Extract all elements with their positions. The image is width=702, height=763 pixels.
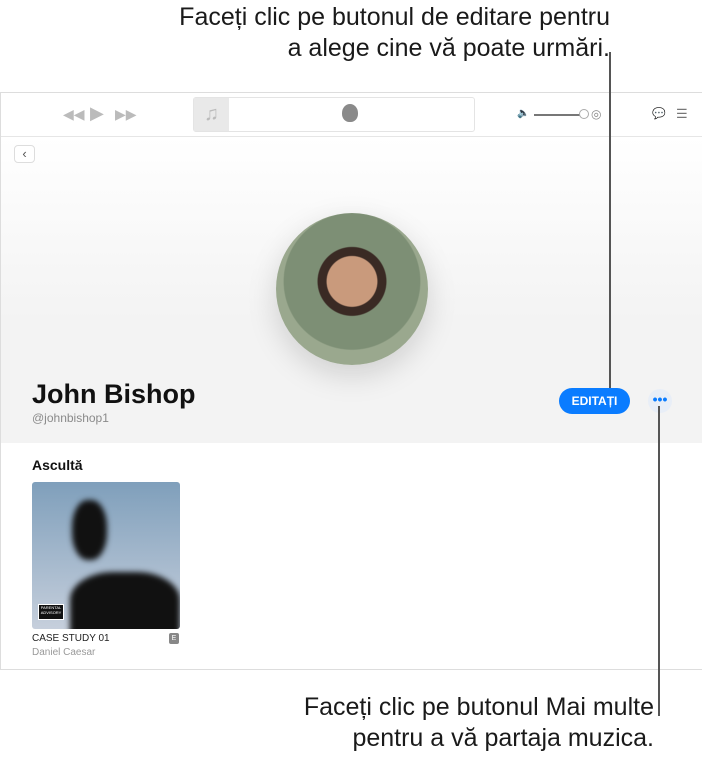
now-playing-display: ♫ xyxy=(193,97,475,132)
section-title: Ascultă xyxy=(32,457,83,473)
back-button[interactable]: ‹ xyxy=(14,145,35,163)
volume-slider[interactable] xyxy=(534,114,584,116)
callout-line: pentru a vă partaja muzica. xyxy=(352,724,654,752)
callout-line: Faceți clic pe butonul de editare pentru xyxy=(179,3,610,31)
more-button[interactable]: ••• xyxy=(648,389,672,413)
volume-knob[interactable] xyxy=(579,109,589,119)
profile-header: ‹ John Bishop @johnbishop1 EDITAȚI ••• xyxy=(1,137,702,443)
lyrics-icon[interactable]: 💬 xyxy=(652,107,666,120)
album-artist[interactable]: Daniel Caesar xyxy=(32,647,95,658)
fast-forward-icon[interactable]: ▶▶ xyxy=(115,106,137,123)
album-title[interactable]: CASE STUDY 01 xyxy=(32,633,110,644)
edit-callout: Faceți clic pe butonul de editare pentru… xyxy=(179,2,610,64)
callout-line: Faceți clic pe butonul Mai multe xyxy=(303,693,654,721)
edit-button[interactable]: EDITAȚI xyxy=(559,388,630,414)
more-callout-line xyxy=(658,406,660,716)
explicit-badge: E xyxy=(169,633,179,644)
edit-callout-line xyxy=(609,52,611,388)
music-window: ◀◀ ▶ ▶▶ ♫ 🔈 ◎ 💬 ☰ ‹ John Bishop @johnbis… xyxy=(0,92,702,670)
apple-logo-icon xyxy=(342,104,358,122)
callout-line: a alege cine vă poate urmări. xyxy=(287,34,610,62)
speaker-icon: 🔈 xyxy=(517,108,530,119)
toolbar: ◀◀ ▶ ▶▶ ♫ 🔈 ◎ 💬 ☰ xyxy=(1,93,702,137)
play-icon[interactable]: ▶ xyxy=(90,103,104,124)
more-callout: Faceți clic pe butonul Mai multe pentru a… xyxy=(304,692,654,754)
queue-list-icon[interactable]: ☰ xyxy=(676,106,688,122)
music-note-icon: ♫ xyxy=(194,98,229,131)
avatar xyxy=(276,213,428,365)
profile-handle: @johnbishop1 xyxy=(32,411,109,425)
profile-name: John Bishop xyxy=(32,379,196,409)
rewind-icon[interactable]: ◀◀ xyxy=(63,106,85,123)
airplay-icon[interactable]: ◎ xyxy=(591,107,601,121)
album-cover[interactable]: PARENTAL ADVISORY xyxy=(32,482,180,629)
parental-advisory-logo: PARENTAL ADVISORY xyxy=(38,604,64,620)
